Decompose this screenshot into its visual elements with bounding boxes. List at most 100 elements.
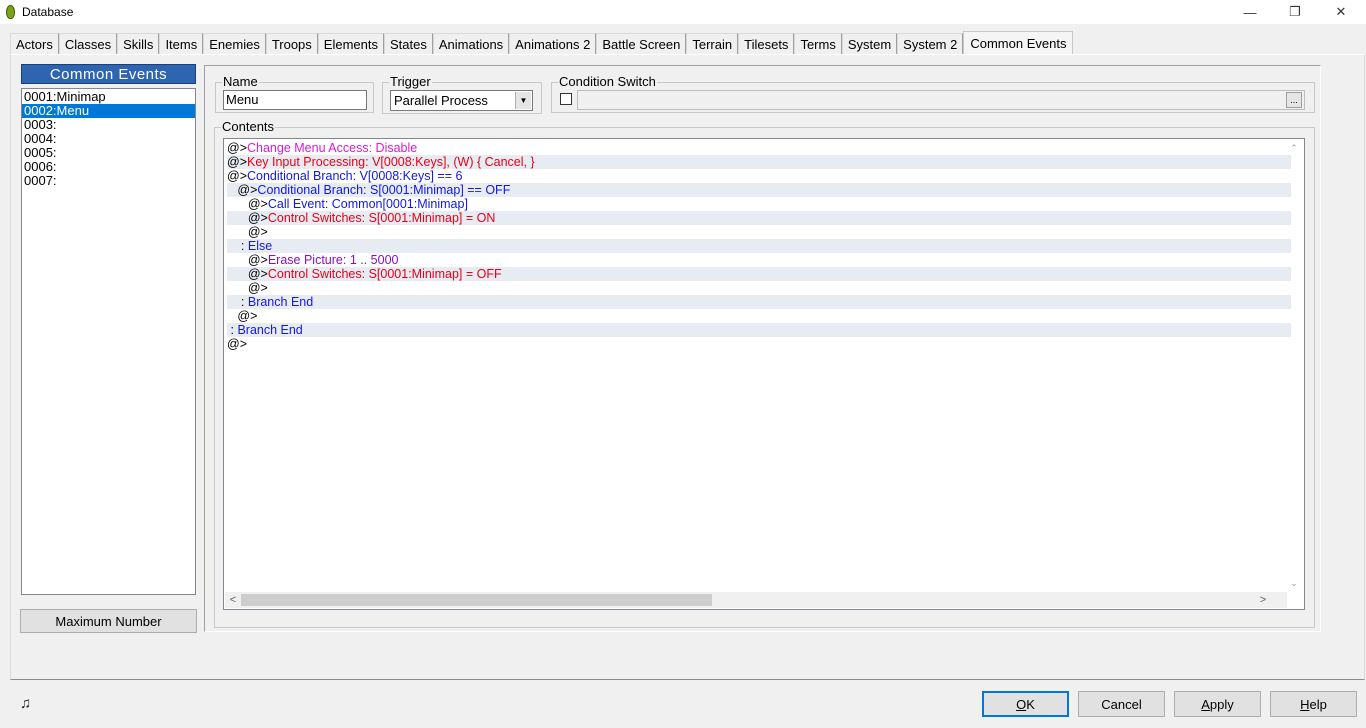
command-row[interactable]: @> xyxy=(227,225,1291,239)
command-row[interactable]: @>Conditional Branch: V[0008:Keys] == 6 xyxy=(227,169,1291,183)
scroll-down-icon[interactable]: ⌄ xyxy=(1289,578,1299,588)
command-row[interactable]: @>Erase Picture: 1 .. 5000 xyxy=(227,253,1291,267)
help-button[interactable]: Help xyxy=(1270,691,1357,717)
trigger-select[interactable]: Parallel Process ▼ xyxy=(390,90,533,111)
command-prefix: : xyxy=(240,295,248,309)
command-text: Control Switches: S[0001:Minimap] = ON xyxy=(267,211,496,225)
command-prefix: @> xyxy=(237,183,258,197)
tab-enemies[interactable]: Enemies xyxy=(203,33,266,55)
ok-button[interactable]: OK xyxy=(982,691,1069,717)
scroll-left-icon[interactable]: < xyxy=(225,592,241,608)
list-header: Common Events xyxy=(21,64,196,84)
command-text: Key Input Processing: V[0008:Keys], (W) … xyxy=(247,155,535,169)
command-row[interactable]: : Branch End xyxy=(227,323,1291,337)
tab-troops[interactable]: Troops xyxy=(265,33,318,55)
command-text: Conditional Branch: S[0001:Minimap] == O… xyxy=(257,183,511,197)
command-prefix: @> xyxy=(247,267,268,281)
egg-icon xyxy=(6,5,15,19)
command-text: Branch End xyxy=(247,295,314,309)
condition-switch-label: Condition Switch xyxy=(558,74,657,89)
dropdown-arrow-icon[interactable]: ▼ xyxy=(515,92,531,109)
restore-icon[interactable]: ❐ xyxy=(1272,0,1318,24)
tab-actors[interactable]: Actors xyxy=(10,33,59,55)
command-row[interactable]: @>Change Menu Access: Disable xyxy=(227,141,1291,155)
horizontal-scroll-thumb[interactable] xyxy=(241,594,712,606)
ok-label: OK xyxy=(1016,696,1035,712)
command-indent xyxy=(227,267,248,281)
command-text: Change Menu Access: Disable xyxy=(247,141,418,155)
command-row[interactable]: @> xyxy=(227,337,1291,351)
tab-terms[interactable]: Terms xyxy=(794,33,842,55)
command-text: Control Switches: S[0001:Minimap] = OFF xyxy=(267,267,502,281)
maximum-number-button[interactable]: Maximum Number xyxy=(20,609,197,633)
tab-skills[interactable]: Skills xyxy=(117,33,160,55)
command-indent xyxy=(227,239,241,253)
common-events-list[interactable]: 0001:Minimap 0002:Menu 0003: 0004: 0005: 0006… xyxy=(21,88,196,595)
command-prefix: @> xyxy=(237,309,258,323)
command-row[interactable]: @>Control Switches: S[0001:Minimap] = ON xyxy=(227,211,1291,225)
condition-switch-checkbox[interactable] xyxy=(560,93,572,105)
tab-battle-screen[interactable]: Battle Screen xyxy=(596,33,687,55)
code-lines: @>Change Menu Access: Disable @>Key Input… xyxy=(224,139,1304,351)
cancel-label: Cancel xyxy=(1101,696,1142,712)
tab-terrain[interactable]: Terrain xyxy=(686,33,739,55)
command-text: Erase Picture: 1 .. 5000 xyxy=(267,253,399,267)
command-text: Else xyxy=(247,239,273,253)
tab-tilesets[interactable]: Tilesets xyxy=(738,33,795,55)
list-item[interactable]: 0001:Minimap xyxy=(22,90,195,104)
scroll-right-icon[interactable]: > xyxy=(1255,592,1271,608)
apply-button[interactable]: Apply xyxy=(1174,691,1261,717)
name-label: Name xyxy=(222,74,259,89)
tab-system-2[interactable]: System 2 xyxy=(897,33,964,55)
close-icon[interactable]: ✕ xyxy=(1318,0,1364,24)
list-item[interactable]: 0007: xyxy=(22,174,195,188)
list-item[interactable]: 0002:Menu xyxy=(22,104,195,118)
tab-elements[interactable]: Elements xyxy=(317,33,384,55)
command-row[interactable]: @>Control Switches: S[0001:Minimap] = OF… xyxy=(227,267,1291,281)
cancel-button[interactable]: Cancel xyxy=(1078,691,1165,717)
tab-system[interactable]: System xyxy=(841,33,898,55)
condition-switch-field[interactable]: ... xyxy=(577,90,1305,110)
command-text: Branch End xyxy=(237,323,303,337)
command-indent xyxy=(227,295,241,309)
tab-items[interactable]: Items xyxy=(159,33,204,55)
command-prefix: @> xyxy=(227,169,247,183)
horizontal-scrollbar[interactable]: < > xyxy=(225,592,1287,608)
music-note-icon[interactable]: ♫ xyxy=(20,695,31,712)
title-bar: Database — ❐ ✕ xyxy=(0,0,1366,24)
tab-animations-2[interactable]: Animations 2 xyxy=(509,33,597,55)
name-input[interactable]: Menu xyxy=(223,90,367,110)
command-row[interactable]: @>Conditional Branch: S[0001:Minimap] ==… xyxy=(227,183,1291,197)
trigger-label: Trigger xyxy=(389,74,432,89)
contents-label: Contents xyxy=(221,119,276,134)
list-item[interactable]: 0003: xyxy=(22,118,195,132)
list-item[interactable]: 0005: xyxy=(22,146,195,160)
tab-common-events[interactable]: Common Events xyxy=(963,31,1074,55)
command-prefix: @> xyxy=(227,337,247,351)
command-prefix: : xyxy=(240,239,248,253)
list-item[interactable]: 0006: xyxy=(22,160,195,174)
minimize-icon[interactable]: — xyxy=(1227,0,1273,24)
command-row[interactable]: : Branch End xyxy=(227,295,1291,309)
command-indent xyxy=(227,183,237,197)
command-row[interactable]: : Else xyxy=(227,239,1291,253)
command-prefix: @> xyxy=(227,155,247,169)
command-row[interactable]: @> xyxy=(227,281,1291,295)
command-indent xyxy=(227,225,248,239)
command-text: Conditional Branch: V[0008:Keys] == 6 xyxy=(247,169,463,183)
command-row[interactable]: @> xyxy=(227,309,1291,323)
tab-classes[interactable]: Classes xyxy=(58,33,118,55)
command-indent xyxy=(227,253,248,267)
command-row[interactable]: @>Key Input Processing: V[0008:Keys], (W… xyxy=(227,155,1291,169)
scroll-up-icon[interactable]: ⌃ xyxy=(1289,143,1299,153)
command-prefix: @> xyxy=(247,253,268,267)
command-indent xyxy=(227,211,248,225)
window-title: Database xyxy=(22,5,74,19)
event-commands-list[interactable]: @>Change Menu Access: Disable @>Key Input… xyxy=(223,138,1305,610)
tab-animations[interactable]: Animations xyxy=(432,33,510,55)
condition-switch-browse-button[interactable]: ... xyxy=(1286,92,1302,108)
list-item[interactable]: 0004: xyxy=(22,132,195,146)
tab-states[interactable]: States xyxy=(384,33,433,55)
command-row[interactable]: @>Call Event: Common[0001:Minimap] xyxy=(227,197,1291,211)
trigger-value: Parallel Process xyxy=(394,93,488,108)
